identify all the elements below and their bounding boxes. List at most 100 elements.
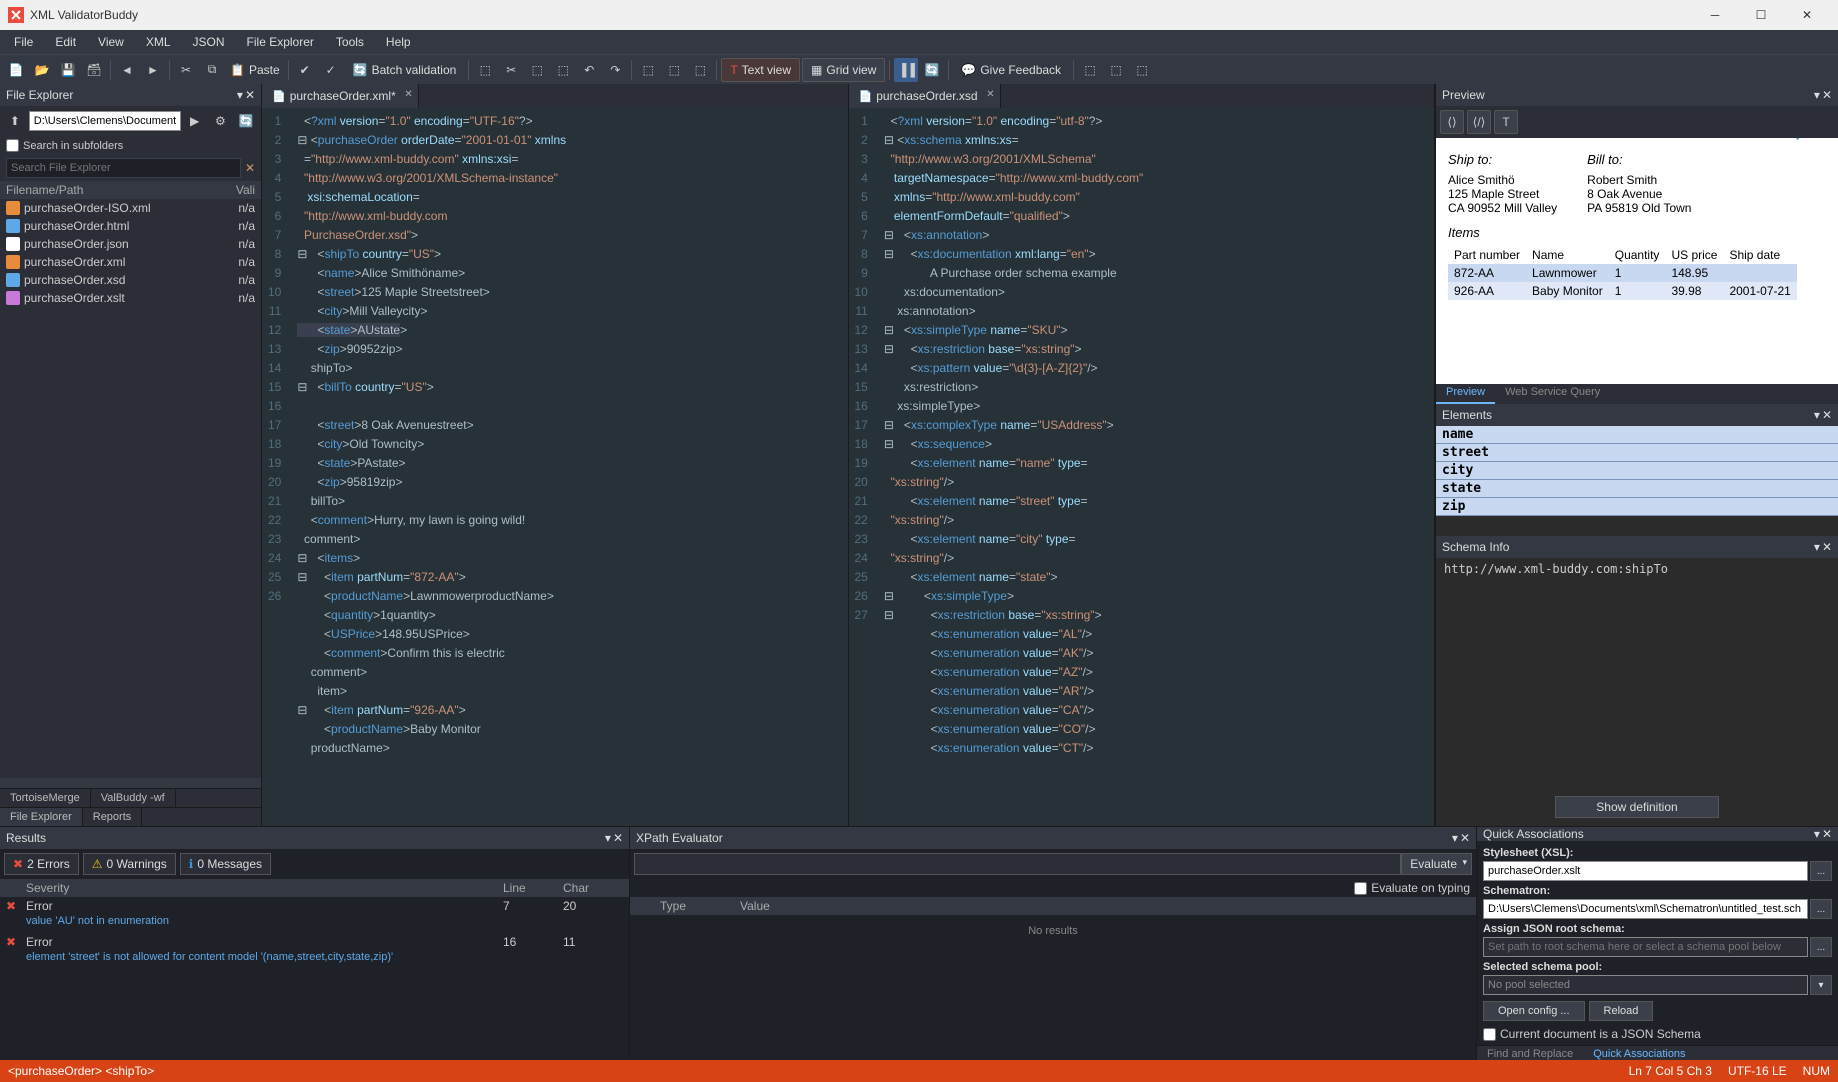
pool-select[interactable] bbox=[1483, 975, 1808, 995]
pin-icon[interactable]: ▾ bbox=[1814, 88, 1820, 102]
file-row[interactable]: purchaseOrder.xsdn/a bbox=[0, 271, 261, 289]
tool-icon-6[interactable]: ⬚ bbox=[662, 58, 686, 82]
nav-fwd-icon[interactable]: ► bbox=[141, 58, 165, 82]
tool-icon-10[interactable]: ⬚ bbox=[1130, 58, 1154, 82]
maximize-button[interactable]: ☐ bbox=[1738, 0, 1784, 30]
file-row[interactable]: purchaseOrder.xsltn/a bbox=[0, 289, 261, 307]
menu-edit[interactable]: Edit bbox=[45, 32, 86, 52]
preview-html-icon[interactable]: ⟨⟩ bbox=[1440, 110, 1464, 134]
preview-text-icon[interactable]: T bbox=[1494, 110, 1518, 134]
menu-file[interactable]: File bbox=[4, 32, 43, 52]
col-vali[interactable]: Vali bbox=[236, 183, 255, 197]
schematron-input[interactable] bbox=[1483, 899, 1808, 919]
element-item[interactable]: zip bbox=[1436, 498, 1838, 516]
save-icon[interactable]: 💾 bbox=[56, 58, 80, 82]
new-icon[interactable]: 📄 bbox=[4, 58, 28, 82]
col-filename[interactable]: Filename/Path bbox=[6, 183, 83, 197]
json-root-input[interactable] bbox=[1483, 937, 1808, 957]
copy-icon[interactable]: ⧉ bbox=[200, 58, 224, 82]
file-row[interactable]: purchaseOrder.jsonn/a bbox=[0, 235, 261, 253]
tab-tortoise[interactable]: TortoiseMerge bbox=[0, 789, 91, 807]
tool-icon-7[interactable]: ⬚ bbox=[688, 58, 712, 82]
search-subfolders-checkbox[interactable] bbox=[6, 139, 19, 152]
element-item[interactable]: state bbox=[1436, 480, 1838, 498]
sch-browse[interactable]: ... bbox=[1810, 899, 1832, 919]
result-row[interactable]: ✖Error720 bbox=[0, 897, 629, 915]
editor-xml[interactable]: <?xml version="1.0" encoding="UTF-16"?> … bbox=[291, 108, 847, 826]
file-row[interactable]: purchaseOrder-ISO.xmln/a bbox=[0, 199, 261, 217]
pool-dropdown[interactable]: ▾ bbox=[1810, 975, 1832, 995]
menu-file-explorer[interactable]: File Explorer bbox=[237, 32, 324, 52]
show-definition-button[interactable]: Show definition bbox=[1555, 796, 1718, 818]
clear-search-icon[interactable]: ✕ bbox=[245, 161, 255, 175]
pause-icon[interactable]: ▐▐ bbox=[894, 58, 918, 82]
validate-icon[interactable]: ✔ bbox=[293, 58, 317, 82]
menu-json[interactable]: JSON bbox=[183, 32, 235, 52]
up-folder-icon[interactable]: ⬆ bbox=[3, 109, 27, 133]
element-item[interactable]: street bbox=[1436, 444, 1838, 462]
tool-icon-1[interactable]: ⬚ bbox=[473, 58, 497, 82]
menu-tools[interactable]: Tools bbox=[326, 32, 374, 52]
tab-valbuddy[interactable]: ValBuddy -wf bbox=[91, 789, 176, 807]
tool-icon-2[interactable]: ✂ bbox=[499, 58, 523, 82]
save-all-icon[interactable]: 🗃 bbox=[82, 58, 106, 82]
text-view-button[interactable]: T Text view bbox=[721, 58, 800, 82]
element-item[interactable]: name bbox=[1436, 426, 1838, 444]
open-icon[interactable]: 📂 bbox=[30, 58, 54, 82]
menu-xml[interactable]: XML bbox=[136, 32, 181, 52]
go-icon[interactable]: ▶ bbox=[183, 109, 207, 133]
close-tab-icon[interactable]: ✕ bbox=[986, 89, 994, 100]
xsl-browse[interactable]: ... bbox=[1810, 861, 1832, 881]
tab-file-explorer[interactable]: File Explorer bbox=[0, 808, 83, 826]
editor-tab-xml[interactable]: 📄 purchaseOrder.xml*✕ bbox=[262, 84, 419, 108]
batch-validation-button[interactable]: 🔄 Batch validation bbox=[345, 58, 465, 82]
minimize-button[interactable]: ─ bbox=[1692, 0, 1738, 30]
tool-icon-5[interactable]: ⬚ bbox=[636, 58, 660, 82]
element-item[interactable]: city bbox=[1436, 462, 1838, 480]
close-tab-icon[interactable]: ✕ bbox=[404, 89, 412, 100]
cut-icon[interactable]: ✂ bbox=[174, 58, 198, 82]
menu-view[interactable]: View bbox=[88, 32, 134, 52]
menu-help[interactable]: Help bbox=[376, 32, 421, 52]
tool-icon-4[interactable]: ⬚ bbox=[551, 58, 575, 82]
messages-filter[interactable]: ℹ0 Messages bbox=[180, 853, 271, 875]
open-config-button[interactable]: Open config ... bbox=[1483, 1001, 1585, 1021]
file-row[interactable]: purchaseOrder.xmln/a bbox=[0, 253, 261, 271]
warnings-filter[interactable]: ⚠0 Warnings bbox=[83, 853, 176, 875]
close-button[interactable]: ✕ bbox=[1784, 0, 1830, 30]
nav-back-icon[interactable]: ◄ bbox=[115, 58, 139, 82]
refresh-folder-icon[interactable]: 🔄 bbox=[234, 109, 258, 133]
pin-icon[interactable]: ▾ bbox=[237, 88, 243, 102]
panel-close-icon[interactable]: ✕ bbox=[1822, 88, 1832, 102]
hscroll[interactable] bbox=[0, 778, 261, 788]
evaluate-button[interactable]: Evaluate bbox=[1401, 853, 1472, 875]
tab-reports[interactable]: Reports bbox=[83, 808, 143, 826]
search-file-explorer-input[interactable] bbox=[6, 158, 241, 178]
feedback-button[interactable]: 💬 Give Feedback bbox=[953, 58, 1069, 82]
eval-on-typing-checkbox[interactable] bbox=[1354, 882, 1367, 895]
result-row[interactable]: ✖Error1611 bbox=[0, 933, 629, 951]
check-icon[interactable]: ✓ bbox=[319, 58, 343, 82]
tool-icon-8[interactable]: ⬚ bbox=[1078, 58, 1102, 82]
filter-icon[interactable]: ⚙ bbox=[209, 109, 233, 133]
reload-button[interactable]: Reload bbox=[1589, 1001, 1654, 1021]
redo-icon[interactable]: ↷ bbox=[603, 58, 627, 82]
errors-filter[interactable]: ✖2 Errors bbox=[4, 853, 79, 875]
preview-code-icon[interactable]: ⟨/⟩ bbox=[1467, 110, 1491, 134]
json-schema-checkbox[interactable] bbox=[1483, 1028, 1496, 1041]
xsl-input[interactable] bbox=[1483, 861, 1808, 881]
path-input[interactable] bbox=[29, 111, 181, 131]
file-row[interactable]: purchaseOrder.htmln/a bbox=[0, 217, 261, 235]
panel-close-icon[interactable]: ✕ bbox=[245, 88, 255, 102]
webservice-tab[interactable]: Web Service Query bbox=[1495, 384, 1610, 404]
preview-tab[interactable]: Preview bbox=[1436, 384, 1495, 404]
editor-tab-xsd[interactable]: 📄 purchaseOrder.xsd✕ bbox=[849, 84, 1001, 108]
editor-xsd[interactable]: <?xml version="1.0" encoding="utf-8"?> ⊟… bbox=[878, 108, 1434, 826]
xpath-input[interactable] bbox=[634, 853, 1401, 875]
tool-icon-3[interactable]: ⬚ bbox=[525, 58, 549, 82]
tool-icon-9[interactable]: ⬚ bbox=[1104, 58, 1128, 82]
paste-button[interactable]: 📋Paste bbox=[226, 58, 284, 82]
grid-view-button[interactable]: ▦ Grid view bbox=[802, 58, 885, 82]
refresh-icon[interactable]: 🔄 bbox=[920, 58, 944, 82]
undo-icon[interactable]: ↶ bbox=[577, 58, 601, 82]
